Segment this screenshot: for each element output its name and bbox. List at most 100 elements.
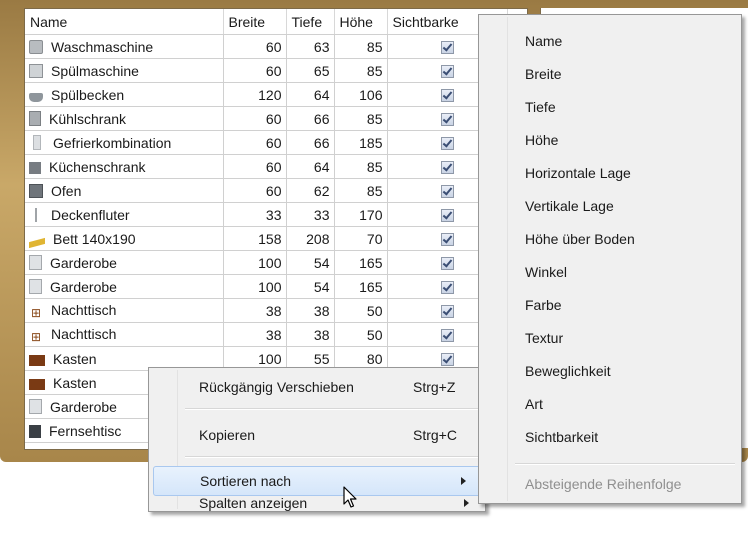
row-hoehe: 50 (334, 322, 388, 347)
menu-item-copy[interactable]: Kopieren Strg+C (151, 421, 483, 449)
washing-machine-icon (29, 39, 43, 54)
visibility-checkbox[interactable] (440, 64, 454, 78)
submenu-item-name[interactable]: Name (481, 27, 739, 55)
submenu-item-sichtbarkeit[interactable]: Sichtbarkeit (481, 423, 739, 451)
submenu-item-hoehe-ueber-boden[interactable]: Höhe über Boden (481, 225, 739, 253)
visibility-checkbox[interactable] (440, 184, 454, 198)
submenu-item-beweglichkeit[interactable]: Beweglichkeit (481, 357, 739, 385)
table-row[interactable]: Bett 140x190 158 208 70 (25, 226, 508, 251)
row-name: Spülbecken (51, 86, 125, 103)
visibility-checkbox[interactable] (440, 208, 454, 222)
submenu-item-art[interactable]: Art (481, 390, 739, 418)
submenu-item-label: Tiefe (525, 99, 556, 115)
menu-item-label: Rückgängig Verschieben (199, 379, 354, 395)
table-row[interactable]: Spülbecken 120 64 106 (25, 82, 508, 107)
row-tiefe: 208 (286, 226, 335, 251)
row-tiefe: 38 (286, 322, 335, 347)
column-header-name[interactable]: Name (25, 9, 224, 35)
kitchen-cabinet-icon (29, 161, 41, 174)
dishwasher-icon (29, 63, 43, 78)
table-row[interactable]: Küchenschrank 60 64 85 (25, 154, 508, 179)
row-tiefe: 66 (286, 106, 335, 131)
submenu-item-label: Höhe (525, 132, 559, 148)
table-row[interactable]: Kühlschrank 60 66 85 (25, 106, 508, 131)
table-row[interactable]: ⊞ Nachttisch 38 38 50 (25, 298, 508, 323)
submenu-item-hoehe[interactable]: Höhe (481, 126, 739, 154)
table-row[interactable]: Garderobe 100 54 165 (25, 274, 508, 299)
row-hoehe: 85 (334, 106, 388, 131)
visibility-checkbox[interactable] (440, 328, 454, 342)
submenu-item-farbe[interactable]: Farbe (481, 291, 739, 319)
row-hoehe: 85 (334, 178, 388, 203)
column-header-tiefe[interactable]: Tiefe (286, 9, 335, 35)
menu-item-undo-move[interactable]: Rückgängig Verschieben Strg+Z (151, 373, 483, 401)
row-breite: 38 (223, 322, 287, 347)
column-header-breite[interactable]: Breite (223, 9, 287, 35)
submenu-item-label: Textur (525, 330, 564, 346)
submenu-item-label: Höhe über Boden (525, 231, 635, 247)
menu-item-label: Kopieren (199, 427, 256, 443)
menu-separator (515, 463, 735, 465)
submenu-item-label: Absteigende Reihenfolge (525, 476, 682, 492)
row-name: Garderobe (50, 254, 117, 271)
visibility-checkbox[interactable] (440, 160, 454, 174)
submenu-item-breite[interactable]: Breite (481, 60, 739, 88)
menu-item-label: Spalten anzeigen (199, 495, 308, 511)
table-row[interactable]: Gefrierkombination 60 66 185 (25, 130, 508, 155)
row-name: Küchenschrank (49, 158, 146, 175)
submenu-item-label: Vertikale Lage (525, 198, 614, 214)
submenu-item-tiefe[interactable]: Tiefe (481, 93, 739, 121)
row-name: Ofen (51, 182, 82, 199)
table-header-row: Name Breite Tiefe Höhe Sichtbarke (25, 9, 508, 35)
row-tiefe: 54 (286, 274, 335, 299)
visibility-checkbox[interactable] (440, 40, 454, 54)
submenu-item-textur[interactable]: Textur (481, 324, 739, 352)
row-breite: 60 (223, 58, 287, 83)
visibility-checkbox[interactable] (440, 232, 454, 246)
row-breite: 60 (223, 106, 287, 131)
row-tiefe: 64 (286, 154, 335, 179)
visibility-checkbox[interactable] (440, 112, 454, 126)
row-breite: 60 (223, 154, 287, 179)
row-tiefe: 62 (286, 178, 335, 203)
menu-item-sort-by[interactable]: Sortieren nach (153, 466, 481, 496)
submenu-item-horizontale-lage[interactable]: Horizontale Lage (481, 159, 739, 187)
row-breite: 158 (223, 226, 287, 251)
row-hoehe: 170 (334, 202, 388, 227)
visibility-checkbox[interactable] (440, 280, 454, 294)
row-hoehe: 185 (334, 130, 388, 155)
visibility-checkbox[interactable] (440, 88, 454, 102)
row-breite: 38 (223, 298, 287, 323)
menu-item-show-columns[interactable]: Spalten anzeigen (151, 496, 483, 510)
bed-icon (29, 237, 45, 248)
tv-cabinet-icon (29, 424, 41, 438)
visibility-checkbox[interactable] (440, 304, 454, 318)
table-row[interactable]: ⊞ Nachttisch 38 38 50 (25, 322, 508, 347)
row-hoehe: 85 (334, 154, 388, 179)
row-name: Garderobe (50, 398, 117, 415)
table-row[interactable]: Deckenfluter 33 33 170 (25, 202, 508, 227)
row-hoehe: 70 (334, 226, 388, 251)
visibility-checkbox[interactable] (440, 136, 454, 150)
freezer-icon (33, 134, 41, 150)
table-row[interactable]: Garderobe 100 54 165 (25, 250, 508, 275)
visibility-checkbox[interactable] (440, 352, 454, 366)
submenu-item-winkel[interactable]: Winkel (481, 258, 739, 286)
row-hoehe: 85 (334, 58, 388, 83)
row-breite: 120 (223, 82, 287, 107)
floor-lamp-icon (35, 207, 37, 222)
menu-separator (185, 408, 479, 410)
column-header-hoehe[interactable]: Höhe (334, 9, 388, 35)
table-row[interactable]: Waschmaschine 60 63 85 (25, 34, 508, 59)
chevron-right-icon (461, 477, 466, 485)
row-name: Bett 140x190 (53, 230, 136, 247)
table-row[interactable]: Ofen 60 62 85 (25, 178, 508, 203)
submenu-item-vertikale-lage[interactable]: Vertikale Lage (481, 192, 739, 220)
row-hoehe: 165 (334, 250, 388, 275)
row-hoehe: 50 (334, 298, 388, 323)
table-row[interactable]: Spülmaschine 60 65 85 (25, 58, 508, 83)
context-menu: Rückgängig Verschieben Strg+Z Kopieren S… (148, 367, 486, 512)
fridge-icon (29, 110, 41, 126)
visibility-checkbox[interactable] (440, 256, 454, 270)
wardrobe-icon (29, 398, 42, 414)
